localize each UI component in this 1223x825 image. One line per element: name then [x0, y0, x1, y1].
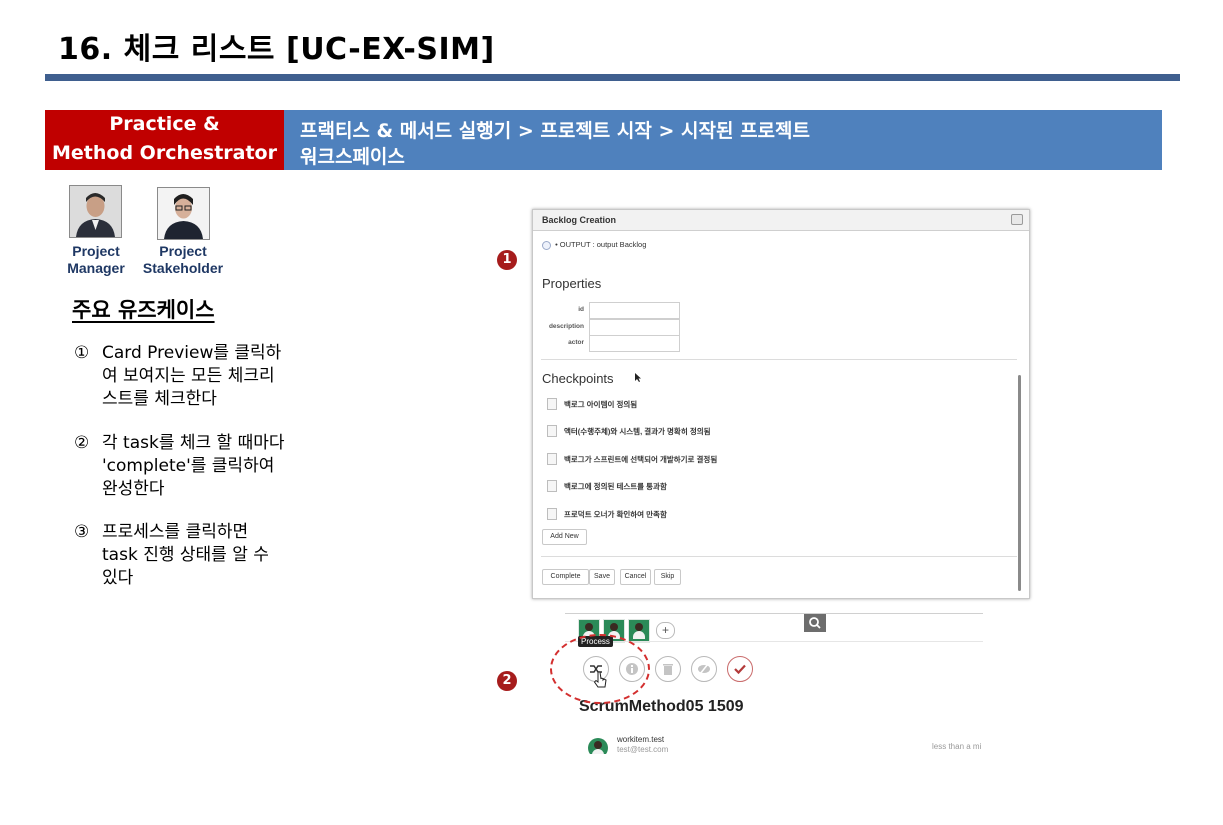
title-divider: [45, 74, 1180, 81]
delete-button[interactable]: [655, 656, 681, 682]
activity-time: less than a mi: [932, 742, 982, 751]
actor-input[interactable]: [589, 335, 680, 352]
checkpoint-label: 프로덕트 오너가 확인하여 만족함: [564, 510, 667, 519]
checkpoint-checkbox[interactable]: [547, 425, 557, 437]
user-email: test@test.com: [617, 745, 669, 754]
add-member-button[interactable]: +: [656, 622, 675, 639]
hide-button[interactable]: [691, 656, 717, 682]
header-category: Practice & Method Orchestrator: [45, 110, 284, 170]
maximize-icon[interactable]: [1011, 214, 1023, 225]
breadcrumb-line1: 프랙티스 & 메서드 실행기 > 프로젝트 시작 > 시작된 프로젝트: [300, 120, 810, 142]
check-icon: [734, 664, 746, 675]
section-divider: [541, 556, 1017, 557]
mouse-cursor-icon: [635, 373, 641, 382]
field-label-actor: actor: [568, 339, 584, 346]
checkpoint-checkbox[interactable]: [547, 508, 557, 520]
usecase-item: ① Card Preview를 클릭하 여 보여지는 모든 체크리 스트를 체크…: [74, 343, 282, 409]
add-new-button[interactable]: Add New: [542, 529, 587, 545]
role-project-manager: Project Manager: [67, 243, 125, 276]
section-divider: [541, 359, 1017, 360]
search-icon: [809, 617, 821, 629]
properties-heading: Properties: [542, 276, 602, 291]
usecase-heading: 주요 유즈케이스: [72, 298, 215, 322]
hide-icon: [698, 663, 710, 675]
header-breadcrumb: 프랙티스 & 메서드 실행기 > 프로젝트 시작 > 시작된 프로젝트 워크스페…: [284, 110, 1162, 170]
search-button[interactable]: [804, 614, 826, 632]
trash-icon: [663, 664, 673, 675]
id-input[interactable]: [589, 302, 680, 319]
complete-check-button[interactable]: [727, 656, 753, 682]
field-label-id: id: [578, 306, 584, 313]
step-marker-1: 1: [497, 250, 517, 270]
breadcrumb-line2: 워크스페이스: [300, 146, 405, 168]
highlight-ellipse: [550, 634, 650, 704]
checkpoint-checkbox[interactable]: [547, 453, 557, 465]
expand-icon[interactable]: [542, 240, 551, 250]
output-info: • OUTPUT : output Backlog: [542, 240, 646, 250]
cancel-button[interactable]: Cancel: [620, 569, 651, 585]
dialog-titlebar: Backlog Creation: [533, 210, 1029, 231]
field-label-description: description: [548, 323, 584, 330]
dialog-scrollbar[interactable]: [1018, 375, 1021, 591]
user-avatar: [588, 738, 608, 754]
header-category-line2: Method Orchestrator: [52, 142, 277, 164]
project-stakeholder-photo: [157, 187, 210, 240]
header-category-line1: Practice &: [109, 113, 220, 135]
usecase-item: ③ 프로세스를 클릭하면 task 진행 상태를 알 수 있다: [74, 522, 269, 588]
save-button[interactable]: Save: [589, 569, 615, 585]
checkpoint-checkbox[interactable]: [547, 398, 557, 410]
project-manager-photo: [69, 185, 122, 238]
user-name: workitem.test: [617, 735, 665, 744]
complete-button[interactable]: Complete: [542, 569, 589, 585]
role-project-stakeholder: Project Stakeholder: [142, 243, 224, 276]
page-title: 16. 체크 리스트 [UC-EX-SIM]: [58, 32, 495, 67]
usecase-item: ② 각 task를 체크 할 때마다 'complete'를 클릭하여 완성한다: [74, 433, 285, 499]
checkpoint-label: 백로그가 스프린트에 선택되어 개발하기로 결정됨: [564, 455, 718, 464]
team-member-avatar[interactable]: [628, 619, 650, 643]
dialog-title: Backlog Creation: [542, 215, 617, 225]
description-input[interactable]: [589, 319, 680, 336]
backlog-creation-dialog: Backlog Creation • OUTPUT : output Backl…: [532, 209, 1030, 599]
checkpoint-label: 백로그에 정의된 테스트를 통과함: [564, 482, 667, 491]
checkpoints-heading: Checkpoints: [542, 371, 614, 386]
checkpoint-label: 액터(수행주체)와 시스템, 결과가 명확히 정의됨: [564, 427, 711, 436]
step-marker-2: 2: [497, 671, 517, 691]
skip-button[interactable]: Skip: [654, 569, 681, 585]
checkpoint-label: 백로그 아이템이 정의됨: [564, 400, 638, 409]
checkpoint-checkbox[interactable]: [547, 480, 557, 492]
